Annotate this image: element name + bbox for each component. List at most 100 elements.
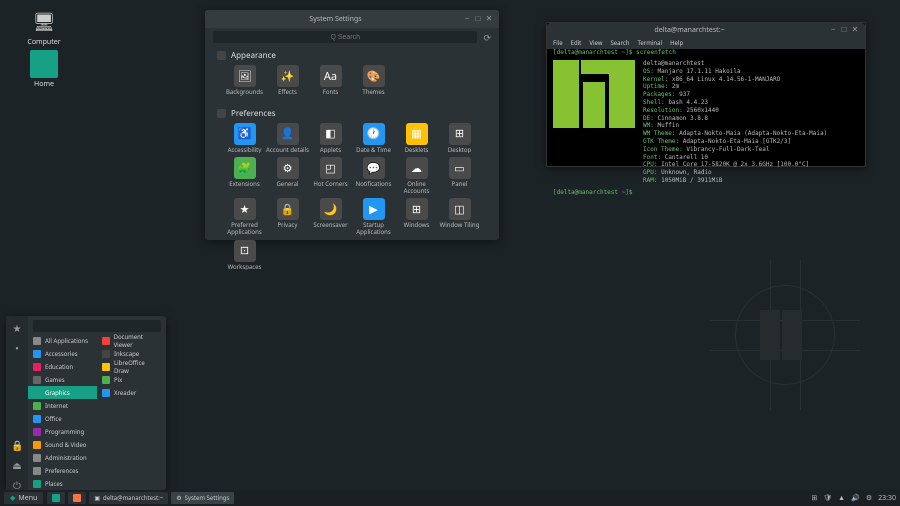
section-header: Preferences: [205, 104, 499, 121]
menu-button[interactable]: ◆ Menu: [4, 492, 43, 504]
minimize-icon[interactable]: −: [829, 26, 837, 34]
tray-icon[interactable]: ▲: [838, 494, 845, 503]
terminal-menu-help[interactable]: Help: [670, 39, 683, 47]
settings-item-accessibility[interactable]: ♿Accessibility: [223, 123, 266, 154]
settings-item-privacy[interactable]: 🔒Privacy: [266, 198, 309, 235]
system-settings-window: System Settings − □ ✕ ⟳ Appearance 🖼Backg…: [205, 10, 499, 240]
preferred-applications-icon: ★: [234, 198, 256, 220]
terminal-body[interactable]: delta@manarchtestOS: Manjaro 17.1.11 Hak…: [547, 56, 865, 189]
online-accounts-icon: ☁: [406, 157, 428, 179]
terminal-menu-search[interactable]: Search: [611, 39, 630, 47]
settings-item-general[interactable]: ⚙General: [266, 157, 309, 194]
settings-item-extensions[interactable]: 🧩Extensions: [223, 157, 266, 194]
settings-item-account-details[interactable]: 👤Account details: [266, 123, 309, 154]
maximize-icon[interactable]: □: [474, 15, 482, 23]
settings-item-panel[interactable]: ▭Panel: [438, 157, 481, 194]
settings-item-desktop[interactable]: ⊞Desktop: [438, 123, 481, 154]
notifications-icon: 💬: [363, 157, 385, 179]
menu-icon: ◆: [10, 494, 15, 503]
menu-app-libreoffice-draw[interactable]: LibreOffice Draw: [97, 360, 166, 373]
taskbar-item[interactable]: ⚙System Settings: [171, 492, 234, 504]
refresh-icon[interactable]: ⟳: [483, 31, 491, 44]
menu-sidebar: ★ • 🔒 ⏏ ⏻: [6, 316, 28, 490]
home-icon: [30, 50, 58, 78]
settings-item-workspaces[interactable]: ⊡Workspaces: [223, 240, 266, 271]
startup-applications-icon: ▶: [363, 198, 385, 220]
menu-category-internet[interactable]: Internet: [28, 399, 97, 412]
settings-item-screensaver[interactable]: 🌙Screensaver: [309, 198, 352, 235]
terminal-menu-view[interactable]: View: [589, 39, 602, 47]
taskbar-item[interactable]: [68, 492, 86, 504]
menu-app-document-viewer[interactable]: Document Viewer: [97, 334, 166, 347]
effects-icon: ✨: [277, 65, 299, 87]
section-header: Appearance: [205, 46, 499, 63]
terminal-title: delta@manarchtest:~: [553, 26, 826, 35]
settings-item-notifications[interactable]: 💬Notifications: [352, 157, 395, 194]
settings-titlebar[interactable]: System Settings − □ ✕: [205, 10, 499, 28]
settings-item-windows[interactable]: ⊞Windows: [395, 198, 438, 235]
settings-item-applets[interactable]: ◧Applets: [309, 123, 352, 154]
clock[interactable]: 23:30: [878, 494, 896, 503]
taskbar-item[interactable]: ▣delta@manarchtest:~: [89, 492, 168, 504]
settings-title: System Settings: [211, 15, 460, 24]
computer-icon: 🖥: [30, 8, 58, 36]
settings-item-preferred-applications[interactable]: ★Preferred Applications: [223, 198, 266, 235]
close-icon[interactable]: ✕: [485, 15, 493, 23]
wallpaper-art: [710, 260, 860, 410]
tray-icon[interactable]: 🔊: [851, 494, 860, 503]
terminal-menu-terminal[interactable]: Terminal: [638, 39, 663, 47]
maximize-icon[interactable]: □: [840, 26, 848, 34]
date-time-icon: 🕐: [363, 123, 385, 145]
taskbar-item[interactable]: [47, 492, 65, 504]
settings-item-desklets[interactable]: ▦Desklets: [395, 123, 438, 154]
screenfetch-output: delta@manarchtestOS: Manjaro 17.1.11 Hak…: [643, 60, 827, 185]
minimize-icon[interactable]: −: [463, 15, 471, 23]
settings-item-date-time[interactable]: 🕐Date & Time: [352, 123, 395, 154]
window-tiling-icon: ◫: [449, 198, 471, 220]
menu-side-icon[interactable]: ★: [11, 321, 23, 333]
menu-search-input[interactable]: [33, 320, 161, 332]
panel-icon: ▭: [449, 157, 471, 179]
tray-icon[interactable]: ⊞: [811, 494, 817, 503]
panel: ◆ Menu ▣delta@manarchtest:~⚙System Setti…: [0, 490, 900, 506]
tray-icon[interactable]: ⚙: [866, 494, 872, 503]
menu-category-administration[interactable]: Administration: [28, 451, 97, 464]
menu-app-xreader[interactable]: Xreader: [97, 386, 166, 399]
menu-side-icon[interactable]: ⏻: [11, 478, 23, 490]
menu-category-sound-video[interactable]: Sound & Video: [28, 438, 97, 451]
settings-item-startup-applications[interactable]: ▶Startup Applications: [352, 198, 395, 235]
settings-item-fonts[interactable]: AaFonts: [309, 65, 352, 96]
desktop-icon-computer[interactable]: 🖥Computer: [24, 8, 64, 47]
menu-category-programming[interactable]: Programming: [28, 425, 97, 438]
settings-search-input[interactable]: [213, 31, 477, 43]
menu-category-preferences[interactable]: Preferences: [28, 464, 97, 477]
settings-item-window-tiling[interactable]: ◫Window Tiling: [438, 198, 481, 235]
desklets-icon: ▦: [406, 123, 428, 145]
tray-icon[interactable]: 🛡: [823, 494, 832, 503]
menu-category-accessories[interactable]: Accessories: [28, 347, 97, 360]
accessibility-icon: ♿: [234, 123, 256, 145]
settings-item-themes[interactable]: 🎨Themes: [352, 65, 395, 96]
menu-category-all-applications[interactable]: All Applications: [28, 334, 97, 347]
menu-category-places[interactable]: Places: [28, 477, 97, 490]
terminal-menu-file[interactable]: File: [553, 39, 563, 47]
menu-category-graphics[interactable]: Graphics: [28, 386, 97, 399]
menu-category-office[interactable]: Office: [28, 412, 97, 425]
terminal-menu-edit[interactable]: Edit: [571, 39, 582, 47]
menu-category-education[interactable]: Education: [28, 360, 97, 373]
menu-category-games[interactable]: Games: [28, 373, 97, 386]
settings-item-backgrounds[interactable]: 🖼Backgrounds: [223, 65, 266, 96]
settings-item-hot-corners[interactable]: ◰Hot Corners: [309, 157, 352, 194]
terminal-window: delta@manarchtest:~ − □ ✕ File Edit View Se…: [546, 22, 866, 167]
menu-categories: All ApplicationsAccessoriesEducationGame…: [28, 332, 97, 492]
settings-item-online-accounts[interactable]: ☁Online Accounts: [395, 157, 438, 194]
terminal-titlebar[interactable]: delta@manarchtest:~ − □ ✕: [547, 23, 865, 37]
close-icon[interactable]: ✕: [851, 26, 859, 34]
desktop-icon-home[interactable]: Home: [24, 50, 64, 89]
manjaro-logo-icon: [553, 60, 635, 128]
menu-app-pix[interactable]: Pix: [97, 373, 166, 386]
menu-side-icon[interactable]: 🔒: [11, 438, 23, 450]
settings-item-effects[interactable]: ✨Effects: [266, 65, 309, 96]
menu-side-icon[interactable]: •: [11, 341, 23, 353]
menu-side-icon[interactable]: ⏏: [11, 458, 23, 470]
